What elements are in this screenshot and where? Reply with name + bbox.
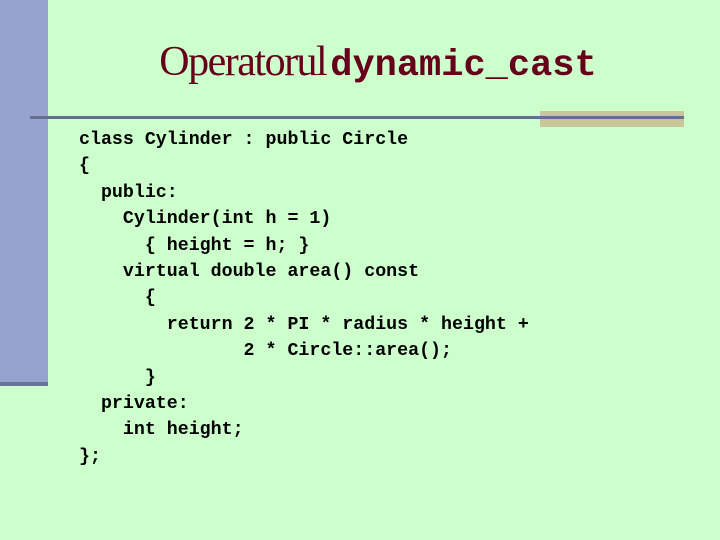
title-divider xyxy=(30,116,684,119)
code-line: private: xyxy=(79,393,189,414)
title-code: dynamic_cast xyxy=(330,45,597,87)
title-text: Operatorul xyxy=(159,39,327,85)
code-line: return 2 * PI * radius * height + xyxy=(79,314,529,335)
code-line: public: xyxy=(79,182,178,203)
code-line: class Cylinder : public Circle xyxy=(79,130,409,150)
code-line: int height; xyxy=(79,420,244,441)
code-line: } xyxy=(79,367,156,388)
code-line: 2 * Circle::area(); xyxy=(79,341,452,362)
code-line: }; xyxy=(79,446,101,467)
code-line: { xyxy=(79,156,90,177)
code-line: { xyxy=(79,288,156,309)
slide-title: Operatorul dynamic_cast xyxy=(0,38,720,87)
code-line: Cylinder(int h = 1) xyxy=(79,209,332,230)
code-line: virtual double area() const xyxy=(79,261,420,282)
accent-bar xyxy=(540,111,684,127)
code-block: class Cylinder : public Circle{ public: … xyxy=(79,127,529,470)
sidebar-shadow xyxy=(0,382,48,386)
code-line: { height = h; } xyxy=(79,235,310,256)
